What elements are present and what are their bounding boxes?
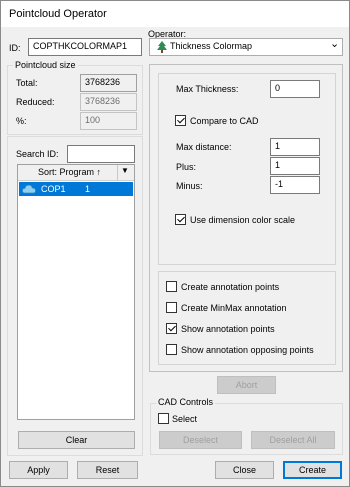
reduced-label: Reduced: [16, 97, 55, 107]
plus-input[interactable]: 1 [270, 157, 320, 175]
id-label: ID: [9, 43, 21, 53]
deselect-all-button[interactable]: Deselect All [251, 431, 335, 449]
operator-params-panel: Max Thickness: 0 Compare to CAD Max dist… [149, 64, 343, 372]
id-input[interactable]: COPTHKCOLORMAP1 [28, 38, 142, 56]
dim-color-scale-checkbox[interactable] [175, 214, 186, 225]
create-annotation-points-label[interactable]: Create annotation points [181, 282, 279, 292]
deselect-button[interactable]: Deselect [159, 431, 242, 449]
pointcloud-operator-window: Pointcloud Operator ID: COPTHKCOLORMAP1 … [0, 0, 350, 487]
create-minmax-checkbox[interactable] [166, 302, 177, 313]
max-distance-input[interactable]: 1 [270, 138, 320, 156]
list-item-name: COP1 [41, 184, 66, 194]
abort-button[interactable]: Abort [217, 376, 276, 394]
sort-header[interactable]: Sort: Program ↑ ▼ [18, 165, 134, 181]
list-item[interactable]: COP1 1 [19, 182, 133, 196]
reduced-value: 3768236 [80, 93, 137, 111]
plus-label: Plus: [176, 162, 197, 172]
apply-button[interactable]: Apply [9, 461, 68, 479]
clear-button[interactable]: Clear [18, 431, 135, 449]
show-annotation-points-label[interactable]: Show annotation points [181, 324, 275, 334]
percent-value: 100 [80, 112, 137, 130]
show-annotation-points-checkbox[interactable] [166, 323, 177, 334]
sort-label[interactable]: Sort: Program ↑ [38, 167, 101, 177]
total-value: 3768236 [80, 74, 137, 92]
pointcloud-size-title: Pointcloud size [13, 60, 78, 70]
select-checkbox[interactable] [158, 413, 169, 424]
compare-cad-label[interactable]: Compare to CAD [190, 116, 259, 126]
compare-cad-checkbox[interactable] [175, 115, 186, 126]
minus-input[interactable]: -1 [270, 176, 320, 194]
max-thickness-input[interactable]: 0 [270, 80, 320, 98]
list-item-value: 1 [85, 184, 91, 194]
header-divider [117, 165, 118, 180]
create-minmax-label[interactable]: Create MinMax annotation [181, 303, 287, 313]
tree-icon [157, 41, 167, 53]
chevron-down-icon[interactable]: ⌄ [330, 39, 339, 50]
window-title: Pointcloud Operator [9, 8, 107, 20]
show-opposing-points-label[interactable]: Show annotation opposing points [181, 345, 314, 355]
sort-dropdown-icon[interactable]: ▼ [121, 166, 129, 175]
create-button[interactable]: Create [283, 461, 342, 479]
cad-controls-title: CAD Controls [156, 397, 216, 407]
create-annotation-points-checkbox[interactable] [166, 281, 177, 292]
reset-button[interactable]: Reset [77, 461, 138, 479]
title-bar: Pointcloud Operator [1, 1, 349, 27]
search-input[interactable] [67, 145, 135, 163]
show-opposing-points-checkbox[interactable] [166, 344, 177, 355]
minus-label: Minus: [176, 181, 203, 191]
operator-value: Thickness Colormap [170, 41, 253, 51]
operator-select[interactable]: Thickness Colormap ⌄ [149, 38, 343, 56]
close-button[interactable]: Close [215, 461, 274, 479]
search-label: Search ID: [16, 149, 59, 159]
select-label[interactable]: Select [172, 414, 197, 424]
total-label: Total: [16, 78, 38, 88]
item-list[interactable]: Sort: Program ↑ ▼ COP1 1 [17, 164, 135, 420]
max-thickness-label: Max Thickness: [176, 84, 239, 94]
dim-color-scale-label[interactable]: Use dimension color scale [190, 215, 295, 225]
cloud-icon [22, 184, 36, 194]
max-distance-label: Max distance: [176, 142, 232, 152]
percent-label: %: [16, 116, 27, 126]
